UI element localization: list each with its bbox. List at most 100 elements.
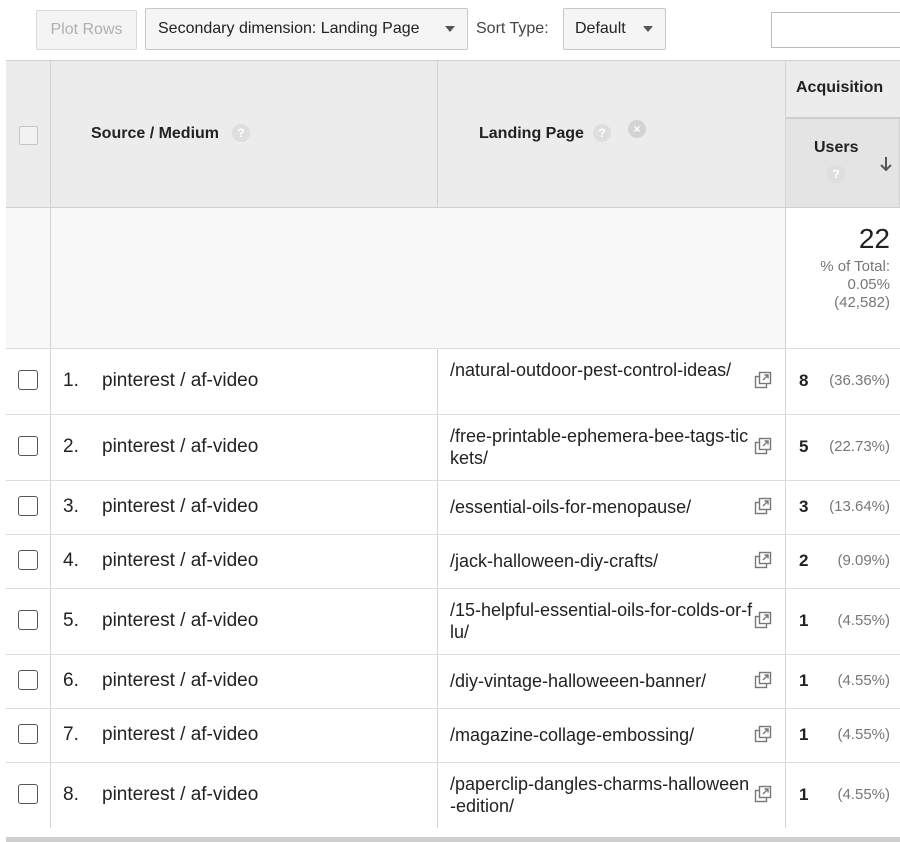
row-divider <box>6 588 900 589</box>
select-all-checkbox[interactable] <box>19 126 38 145</box>
row-divider <box>6 414 900 415</box>
external-link-icon[interactable] <box>754 497 772 515</box>
row-divider <box>786 117 900 118</box>
row-landing-page[interactable]: /essential-oils-for-menopause/ <box>450 496 755 518</box>
row-checkbox[interactable] <box>18 670 38 690</box>
row-source-medium[interactable]: pinterest / af-video <box>102 436 258 458</box>
row-source-medium[interactable]: pinterest / af-video <box>102 670 258 692</box>
row-users-value: 2 <box>799 551 809 570</box>
row-users-percent: (36.36%) <box>829 372 890 389</box>
row-checkbox[interactable] <box>18 436 38 456</box>
question-icon[interactable]: ? <box>232 124 250 142</box>
row-divider <box>6 708 900 709</box>
sort-type-value: Default <box>575 20 626 37</box>
table-row: 6. pinterest / af-video/diy-vintage-hallo… <box>6 654 900 708</box>
row-index: 4. <box>63 550 79 571</box>
row-index: 3. <box>63 496 79 517</box>
landing-page-header[interactable]: Landing Page <box>479 125 584 143</box>
table-row: 2. pinterest / af-video/free-printable-ep… <box>6 414 900 480</box>
sort-type-dropdown[interactable]: Default <box>563 8 666 50</box>
row-users-percent: (9.09%) <box>837 552 890 569</box>
row-landing-page[interactable]: /natural-outdoor-pest-control-ideas/ <box>450 359 755 381</box>
external-link-icon[interactable] <box>754 785 772 803</box>
row-index: 8. <box>63 784 79 805</box>
row-checkbox[interactable] <box>18 550 38 570</box>
secondary-dimension-label: Secondary dimension: Landing Page <box>158 20 420 37</box>
row-source-medium[interactable]: pinterest / af-video <box>102 550 258 572</box>
table-row: 4. pinterest / af-video/jack-halloween-di… <box>6 534 900 588</box>
row-source-medium[interactable]: pinterest / af-video <box>102 610 258 632</box>
row-checkbox[interactable] <box>18 724 38 744</box>
totals-row <box>6 208 900 348</box>
users-header-label[interactable]: Users <box>814 139 858 157</box>
question-icon[interactable]: ? <box>593 124 611 142</box>
row-source-medium[interactable]: pinterest / af-video <box>102 784 258 806</box>
sort-type-label: Sort Type: <box>476 20 549 37</box>
table-row: 3. pinterest / af-video/essential-oils-fo… <box>6 480 900 534</box>
row-users-percent: (4.55%) <box>837 612 890 629</box>
table-row: 5. pinterest / af-video/15-helpful-essent… <box>6 588 900 654</box>
row-users-percent: (4.55%) <box>837 786 890 803</box>
row-divider <box>6 762 900 763</box>
row-landing-page[interactable]: /paperclip-dangles-charms-halloween-edit… <box>450 773 755 817</box>
row-index: 7. <box>63 724 79 745</box>
row-divider <box>6 654 900 655</box>
arrow-down-icon[interactable] <box>879 156 893 172</box>
horizontal-scrollbar[interactable] <box>6 837 900 842</box>
table-row: 7. pinterest / af-video/magazine-collage-… <box>6 708 900 762</box>
secondary-dimension-dropdown[interactable]: Secondary dimension: Landing Page <box>145 8 468 50</box>
external-link-icon[interactable] <box>754 437 772 455</box>
total-abs-value: (42,582) <box>834 294 890 311</box>
data-table: Source / Medium ? Landing Page ? × Acqui… <box>6 60 900 842</box>
row-users-value: 8 <box>799 371 809 390</box>
row-users-value: 1 <box>799 671 809 690</box>
row-divider <box>6 534 900 535</box>
external-link-icon[interactable] <box>754 725 772 743</box>
external-link-icon[interactable] <box>754 551 772 569</box>
row-landing-page[interactable]: /diy-vintage-halloweeen-banner/ <box>450 670 755 692</box>
remove-circle-icon[interactable]: × <box>628 120 646 138</box>
row-users-value: 3 <box>799 497 809 516</box>
question-icon[interactable]: ? <box>827 165 845 183</box>
row-index: 2. <box>63 436 79 457</box>
row-users-percent: (4.55%) <box>837 726 890 743</box>
row-source-medium[interactable]: pinterest / af-video <box>102 370 258 392</box>
external-link-icon[interactable] <box>754 671 772 689</box>
row-divider <box>6 480 900 481</box>
row-users-value: 1 <box>799 611 809 630</box>
caret-down-icon <box>445 26 455 32</box>
row-source-medium[interactable]: pinterest / af-video <box>102 496 258 518</box>
row-source-medium[interactable]: pinterest / af-video <box>102 724 258 746</box>
column-divider <box>437 60 438 208</box>
row-checkbox[interactable] <box>18 784 38 804</box>
row-index: 1. <box>63 370 79 391</box>
table-row: 8. pinterest / af-video/paperclip-dangles… <box>6 762 900 828</box>
row-users-value: 1 <box>799 725 809 744</box>
row-landing-page[interactable]: /magazine-collage-embossing/ <box>450 724 755 746</box>
row-landing-page[interactable]: /free-printable-ephemera-bee-tags-ticket… <box>450 425 755 469</box>
external-link-icon[interactable] <box>754 611 772 629</box>
row-users-percent: (4.55%) <box>837 672 890 689</box>
total-pct-value: 0.05% <box>847 276 890 293</box>
acquisition-header-label: Acquisition <box>796 79 884 96</box>
source-medium-header[interactable]: Source / Medium <box>91 125 219 143</box>
table-search-input[interactable] <box>771 12 900 48</box>
row-index: 5. <box>63 610 79 631</box>
total-users-value: 22 <box>858 223 890 254</box>
row-users-percent: (13.64%) <box>829 498 890 515</box>
row-checkbox[interactable] <box>18 610 38 630</box>
row-users-value: 1 <box>799 785 809 804</box>
external-link-icon[interactable] <box>754 371 772 389</box>
report-toolbar: Plot Rows Secondary dimension: Landing P… <box>0 0 900 60</box>
row-checkbox[interactable] <box>18 370 38 390</box>
row-users-percent: (22.73%) <box>829 438 890 455</box>
plot-rows-button[interactable]: Plot Rows <box>36 10 137 50</box>
row-landing-page[interactable]: /15-helpful-essential-oils-for-colds-or-… <box>450 599 755 643</box>
plot-rows-label: Plot Rows <box>50 21 123 38</box>
row-checkbox[interactable] <box>18 496 38 516</box>
caret-down-icon <box>643 26 653 32</box>
row-users-value: 5 <box>799 437 809 456</box>
row-landing-page[interactable]: /jack-halloween-diy-crafts/ <box>450 550 755 572</box>
total-pct-label: % of Total: <box>820 258 890 275</box>
table-row: 1. pinterest / af-video/natural-outdoor-p… <box>6 348 900 414</box>
